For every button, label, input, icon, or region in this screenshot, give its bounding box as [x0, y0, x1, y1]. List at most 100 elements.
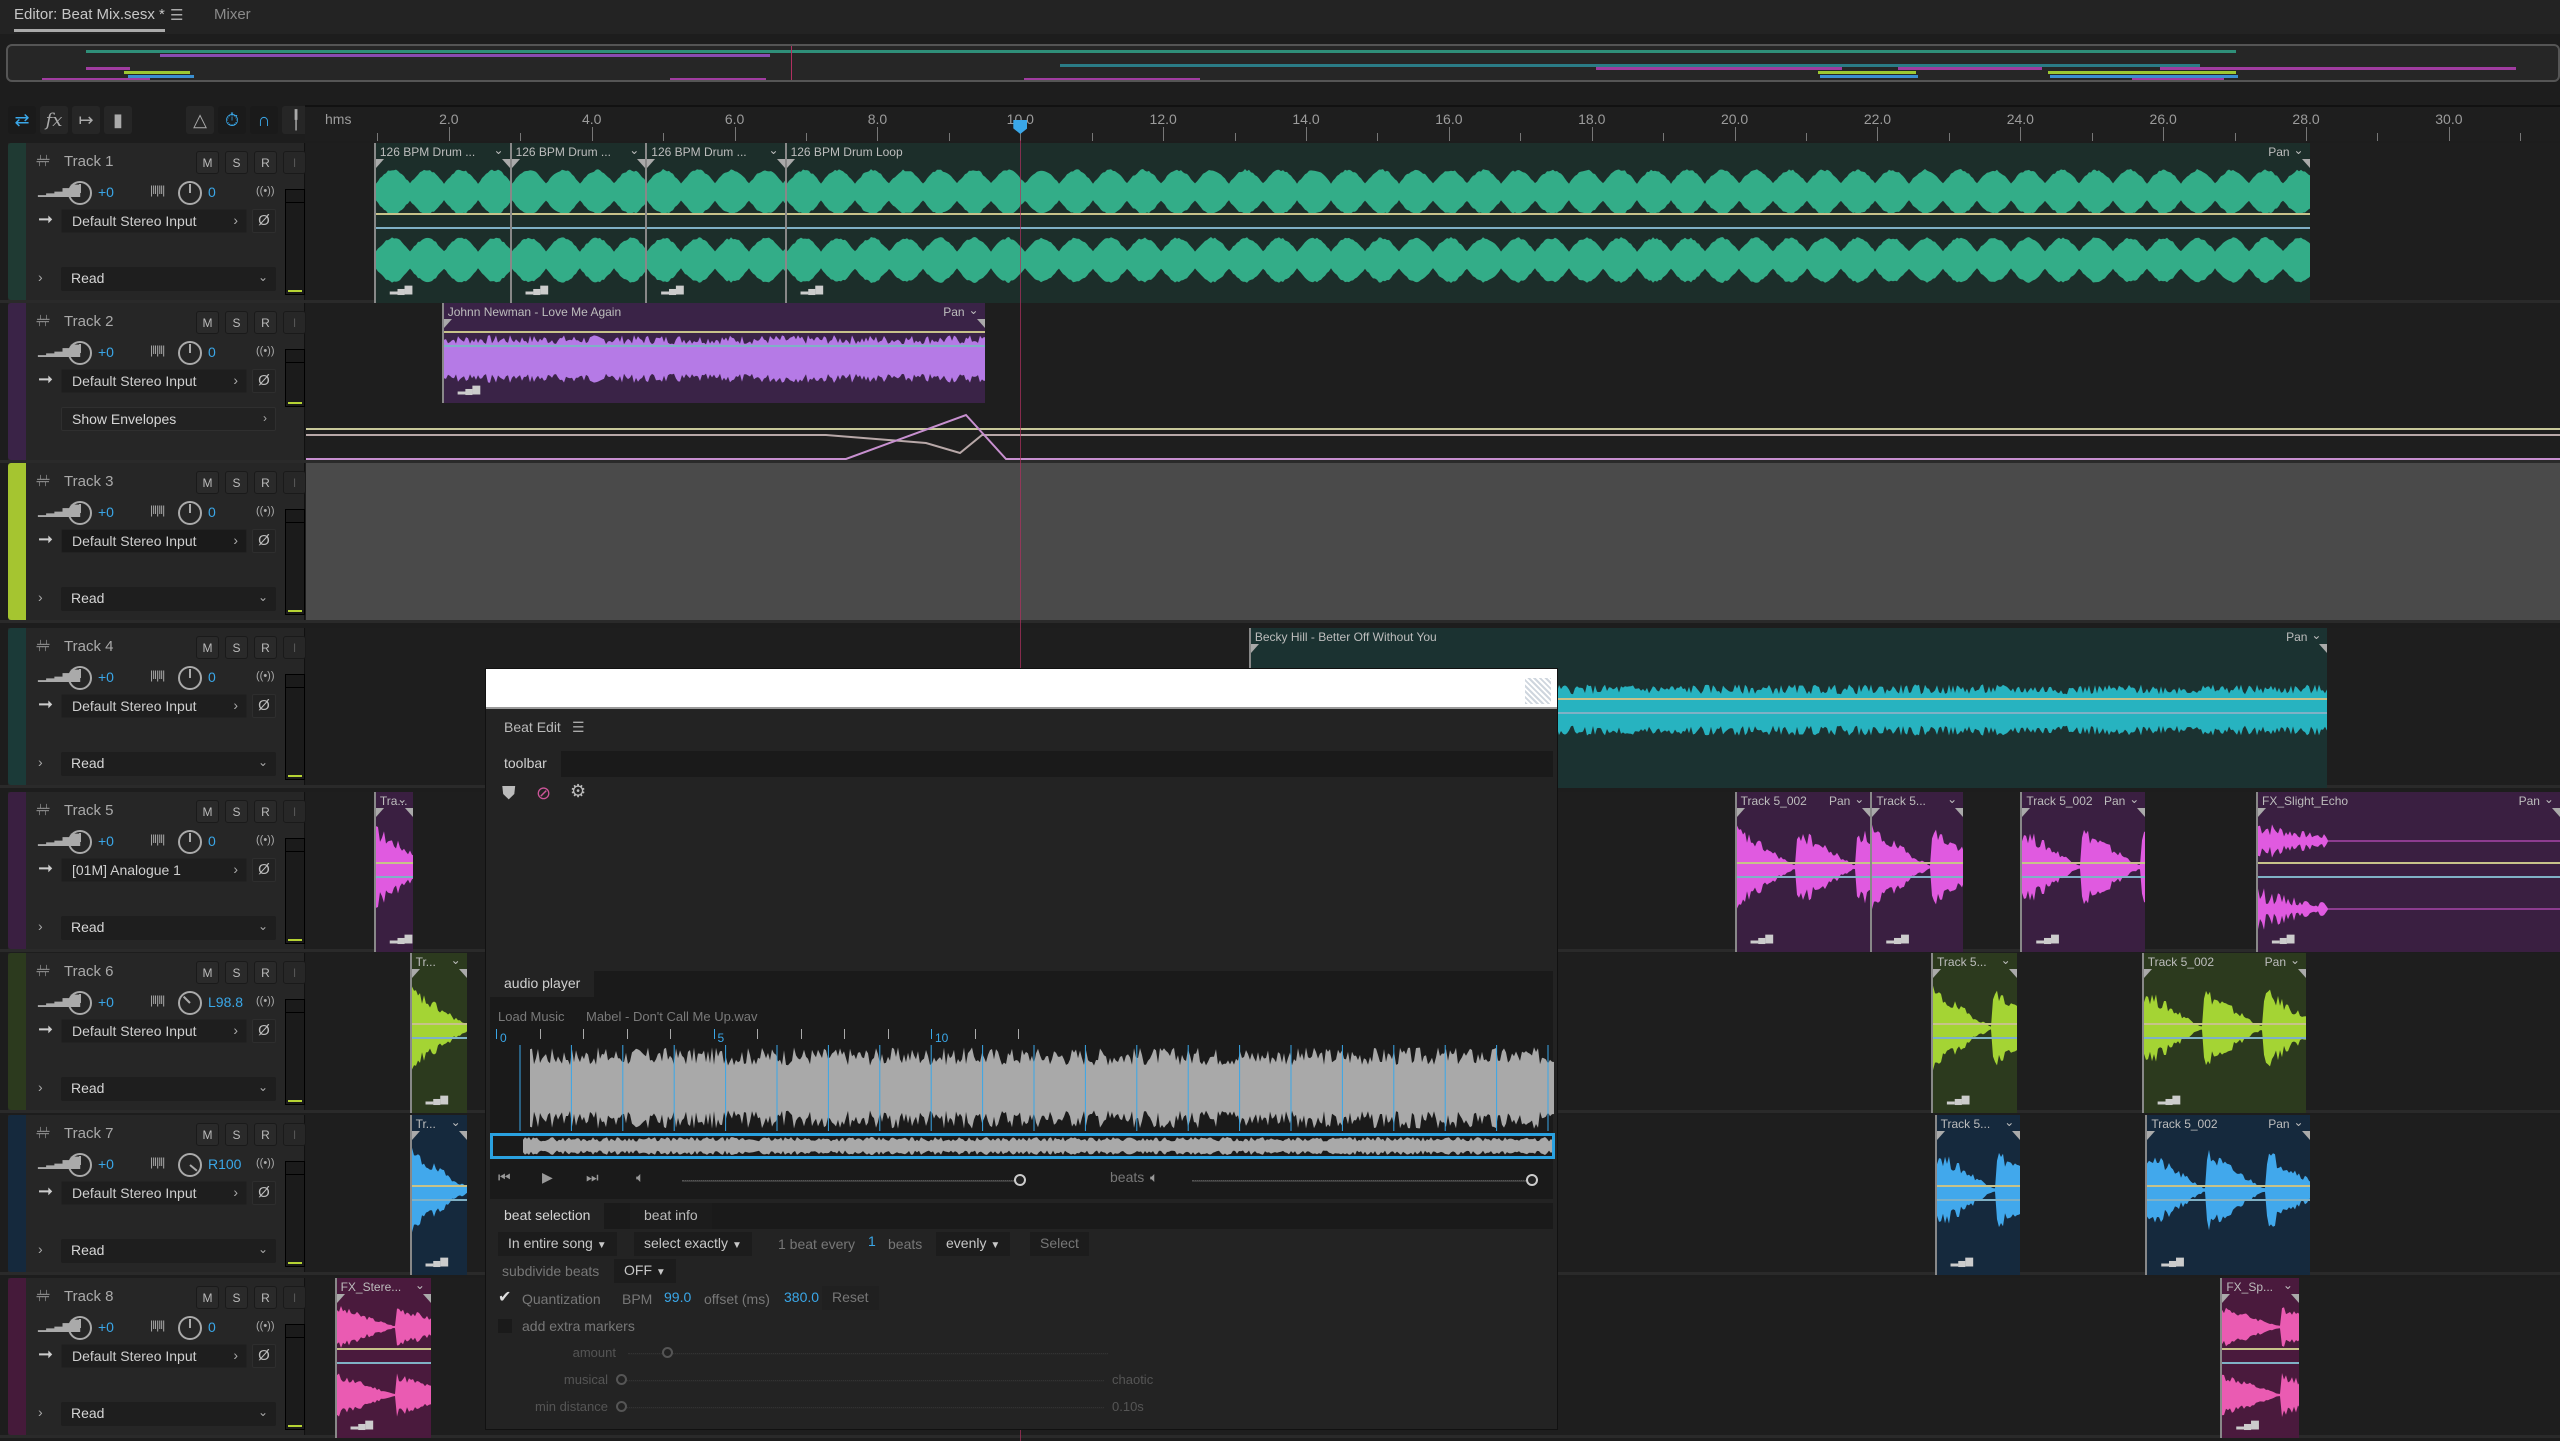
fade-in-handle[interactable]	[411, 969, 420, 978]
pan-value[interactable]: 0	[208, 669, 216, 685]
beat-edit-menu-icon[interactable]: ☰	[572, 719, 585, 736]
clip-menu-chevron-icon[interactable]: ⌄	[1947, 792, 1957, 806]
metronome-icon[interactable]: △	[186, 106, 214, 134]
clip-menu-chevron-icon[interactable]: ⌄	[2544, 792, 2554, 806]
audio-clip[interactable]: Track 5... ⌄ ▂▄▆	[1870, 792, 1964, 952]
marker-icon[interactable]: ⛊	[502, 783, 516, 804]
track-lane[interactable]	[306, 463, 2560, 620]
volume-envelope[interactable]	[647, 213, 785, 215]
fade-in-handle[interactable]	[375, 159, 384, 168]
mute-button[interactable]: M	[196, 151, 219, 174]
tab-beat-selection[interactable]: beat selection	[490, 1203, 605, 1229]
fade-out-handle[interactable]	[422, 1294, 431, 1303]
track-header[interactable]: ⫩⫩ Track 7 M S R I ▁▂▃▅▇ +0 |‖|‖| R100 (…	[8, 1115, 306, 1272]
solo-button[interactable]: S	[225, 1123, 248, 1146]
audio-clip[interactable]: Track 5... ⌄ ▂▄▆	[1931, 953, 2017, 1113]
audio-clip[interactable]: 126 BPM Drum ... ⌄ ▂▄▆	[645, 143, 785, 303]
clip-gain-icon[interactable]: ▂▄▆	[2236, 1419, 2258, 1430]
fade-in-handle[interactable]	[1250, 644, 1259, 653]
time-ruler[interactable]: hms 2.0 4.0 6.0 8.0 10.0 12.0 14.0 16.0 18.0 20.0…	[305, 105, 2560, 141]
audio-clip[interactable]: Track 5_002 Pan ⌄ ▂▄▆	[1734, 792, 1871, 952]
pan-envelope[interactable]	[786, 227, 2310, 229]
pan-envelope[interactable]	[411, 1199, 467, 1201]
pan-value[interactable]: 0	[208, 504, 216, 520]
subdivide-dropdown[interactable]: OFF ▼	[614, 1259, 676, 1283]
bpm-value[interactable]: 99.0	[664, 1289, 691, 1305]
beat-every-value[interactable]: 1	[868, 1233, 876, 1249]
fade-in-handle[interactable]	[786, 159, 795, 168]
sends-icon[interactable]: ↦	[72, 106, 100, 134]
tab-beat-info[interactable]: beat info	[630, 1203, 712, 1229]
beats-volume-slider[interactable]	[1192, 1180, 1532, 1182]
clip-gain-icon[interactable]: ▂▄▆	[458, 384, 480, 395]
fade-out-handle[interactable]	[776, 159, 785, 168]
fade-out-handle[interactable]	[1955, 808, 1964, 817]
pan-envelope[interactable]	[375, 227, 510, 229]
audio-clip[interactable]: Tra... ⌄ ▂▄▆	[373, 792, 414, 952]
record-arm-button[interactable]: R	[254, 961, 277, 984]
volume-envelope[interactable]	[1736, 862, 1871, 864]
pan-envelope[interactable]	[336, 1362, 431, 1364]
audio-clip[interactable]: Track 5_002 Pan ⌄ ▂▄▆	[2020, 792, 2146, 952]
fade-in-handle[interactable]	[2022, 808, 2031, 817]
track-header[interactable]: ⫩⫩ Track 3 M S R I ▁▂▃▅▇ +0 |‖|‖| 0 ((•)…	[8, 463, 306, 620]
beats-volume-slider-knob[interactable]	[1526, 1174, 1538, 1186]
input-select[interactable]: Default Stereo Input ›	[61, 369, 247, 393]
time-stretch-icon[interactable]: ⏱	[218, 106, 246, 134]
solo-button[interactable]: S	[225, 1286, 248, 1309]
fade-out-handle[interactable]	[2137, 808, 2146, 817]
fade-out-handle[interactable]	[405, 808, 414, 817]
eq-icon[interactable]: ▮	[104, 106, 132, 134]
solo-button[interactable]: S	[225, 311, 248, 334]
fade-out-handle[interactable]	[2319, 644, 2328, 653]
volume-envelope[interactable]	[2147, 1185, 2310, 1187]
clip-gain-icon[interactable]: ▂▄▆	[801, 284, 823, 295]
input-select[interactable]: Default Stereo Input ›	[61, 694, 247, 718]
pan-envelope[interactable]	[2022, 876, 2146, 878]
pan-knob[interactable]	[178, 501, 202, 525]
monitor-input-button[interactable]: I	[283, 961, 306, 984]
monitor-input-button[interactable]: I	[283, 636, 306, 659]
expand-icon[interactable]: ›	[38, 1241, 43, 1257]
clip-menu-chevron-icon[interactable]: ⌄	[769, 143, 779, 157]
clip-menu-chevron-icon[interactable]: ⌄	[397, 792, 407, 806]
clip-menu-chevron-icon[interactable]: ⌄	[969, 303, 979, 317]
clip-gain-icon[interactable]: ▂▄▆	[351, 1419, 373, 1430]
track-header[interactable]: ⫩⫩ Track 6 M S R I ▁▂▃▅▇ +0 |‖|‖| L98.8 …	[8, 953, 306, 1110]
chaos-slider-knob[interactable]	[616, 1374, 627, 1385]
phase-invert-icon[interactable]: Ø	[252, 858, 276, 882]
solo-button[interactable]: S	[225, 636, 248, 659]
volume-knob[interactable]	[68, 501, 92, 525]
fade-in-handle[interactable]	[411, 1131, 420, 1140]
fade-out-handle[interactable]	[2301, 159, 2310, 168]
mute-button[interactable]: M	[196, 471, 219, 494]
clip-menu-chevron-icon[interactable]: ⌄	[451, 1115, 461, 1129]
volume-envelope[interactable]	[2258, 862, 2560, 864]
fade-out-handle[interactable]	[976, 319, 985, 328]
resize-grip-icon[interactable]	[1525, 678, 1551, 704]
fade-out-handle[interactable]	[2290, 1294, 2299, 1303]
remove-marker-icon[interactable]: ⊘	[536, 783, 551, 804]
envelope-line[interactable]	[306, 413, 2560, 460]
fade-in-handle[interactable]	[2258, 808, 2267, 817]
pan-envelope[interactable]	[2258, 876, 2560, 878]
volume-value[interactable]: +0	[98, 184, 114, 200]
clip-menu-chevron-icon[interactable]: ⌄	[2311, 628, 2321, 642]
fade-in-handle[interactable]	[1872, 808, 1881, 817]
audio-clip[interactable]: 126 BPM Drum ... ⌄ ▂▄▆	[509, 143, 646, 303]
pan-envelope[interactable]	[1936, 1199, 2021, 1201]
volume-envelope[interactable]	[1933, 1023, 2017, 1025]
pan-knob[interactable]	[178, 666, 202, 690]
min-distance-slider-knob[interactable]	[616, 1401, 627, 1412]
volume-knob[interactable]	[68, 666, 92, 690]
audio-player-waveform[interactable]	[490, 1045, 1555, 1131]
pan-knob[interactable]	[178, 991, 202, 1015]
fade-in-handle[interactable]	[336, 1294, 345, 1303]
fade-in-handle[interactable]	[2147, 1131, 2156, 1140]
audio-clip[interactable]: Track 5_002 Pan ⌄ ▂▄▆	[2145, 1115, 2310, 1275]
volume-value[interactable]: +0	[98, 1156, 114, 1172]
solo-button[interactable]: S	[225, 151, 248, 174]
monitor-input-button[interactable]: I	[283, 1123, 306, 1146]
pan-value[interactable]: 0	[208, 833, 216, 849]
pan-envelope[interactable]	[2143, 1037, 2307, 1039]
